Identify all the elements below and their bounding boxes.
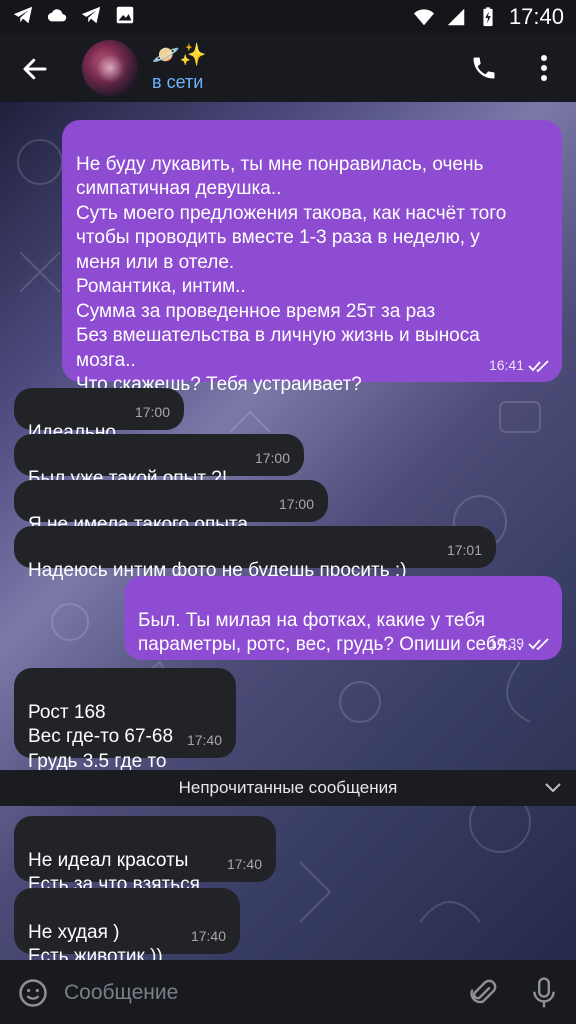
message-bubble-incoming[interactable]: Не худая ) Есть животик )) 17:40: [14, 888, 240, 960]
telegram-notification-icon: [13, 6, 33, 24]
paperclip-icon[interactable]: [468, 976, 498, 1010]
unread-messages-divider: Непрочитанные сообщения: [0, 770, 576, 806]
status-bar: 17:40: [0, 0, 576, 34]
chevron-down-icon[interactable]: [544, 780, 562, 794]
message-bubble-incoming[interactable]: Был уже такой опыт ?! 17:00: [14, 434, 304, 489]
message-time: 17:00: [254, 449, 290, 466]
double-check-icon: [528, 360, 549, 372]
message-bubble-incoming[interactable]: Я не имела такого опыта 17:00: [14, 480, 328, 535]
message-text: Не буду лукавить, ты мне понравилась, оч…: [76, 153, 507, 396]
message-time: 17:00: [278, 495, 314, 512]
message-bubble-incoming[interactable]: Не идеал красоты Есть за что взяться 17:…: [14, 816, 276, 895]
avatar[interactable]: [82, 40, 138, 96]
message-time: 17:40: [186, 731, 222, 748]
emoji-icon[interactable]: [18, 978, 48, 1008]
message-text: Рост 168 Вес где-то 67-68 Грудь 3.5 где …: [28, 701, 174, 772]
cloud-icon: [47, 9, 67, 22]
phone-icon[interactable]: [470, 54, 498, 82]
message-time: 16:41: [488, 356, 524, 373]
message-time: 17:01: [446, 541, 482, 558]
message-bubble-outgoing[interactable]: Не буду лукавить, ты мне понравилась, оч…: [62, 120, 562, 395]
status-time: 17:40: [508, 4, 564, 29]
message-time: 17:00: [134, 403, 170, 420]
double-check-icon: [528, 638, 549, 650]
signal-icon: [447, 8, 465, 26]
message-composer: [0, 960, 576, 1024]
more-vert-icon[interactable]: [536, 52, 552, 84]
message-bubble-incoming[interactable]: Надеюсь интим фото не будешь просить ;) …: [14, 526, 496, 581]
message-text: Был. Ты милая на фотках, какие у тебя па…: [138, 609, 523, 656]
wifi-icon: [413, 9, 435, 26]
chat-area[interactable]: Не буду лукавить, ты мне понравилась, оч…: [0, 102, 576, 960]
message-time: 17:39: [488, 634, 524, 651]
back-arrow-icon[interactable]: [20, 54, 50, 84]
message-bubble-outgoing[interactable]: Был. Ты милая на фотках, какие у тебя па…: [124, 576, 562, 660]
message-time: 17:40: [226, 855, 262, 872]
battery-charging-icon: [483, 7, 493, 27]
chat-header: 🪐✨ в сети: [0, 34, 576, 102]
image-icon: [116, 6, 134, 24]
telegram-notification-icon: [81, 6, 101, 24]
message-time: 17:40: [190, 927, 226, 944]
online-status: в сети: [152, 72, 204, 92]
message-bubble-incoming[interactable]: Идеально 17:00: [14, 388, 184, 443]
message-text: Не худая ) Есть животик )): [28, 921, 163, 961]
message-bubble-incoming[interactable]: Рост 168 Вес где-то 67-68 Грудь 3.5 где …: [14, 668, 236, 772]
message-input[interactable]: [62, 972, 446, 1014]
unread-divider-label: Непрочитанные сообщения: [178, 778, 398, 797]
microphone-icon[interactable]: [532, 976, 556, 1010]
chat-title[interactable]: 🪐✨: [152, 42, 207, 68]
